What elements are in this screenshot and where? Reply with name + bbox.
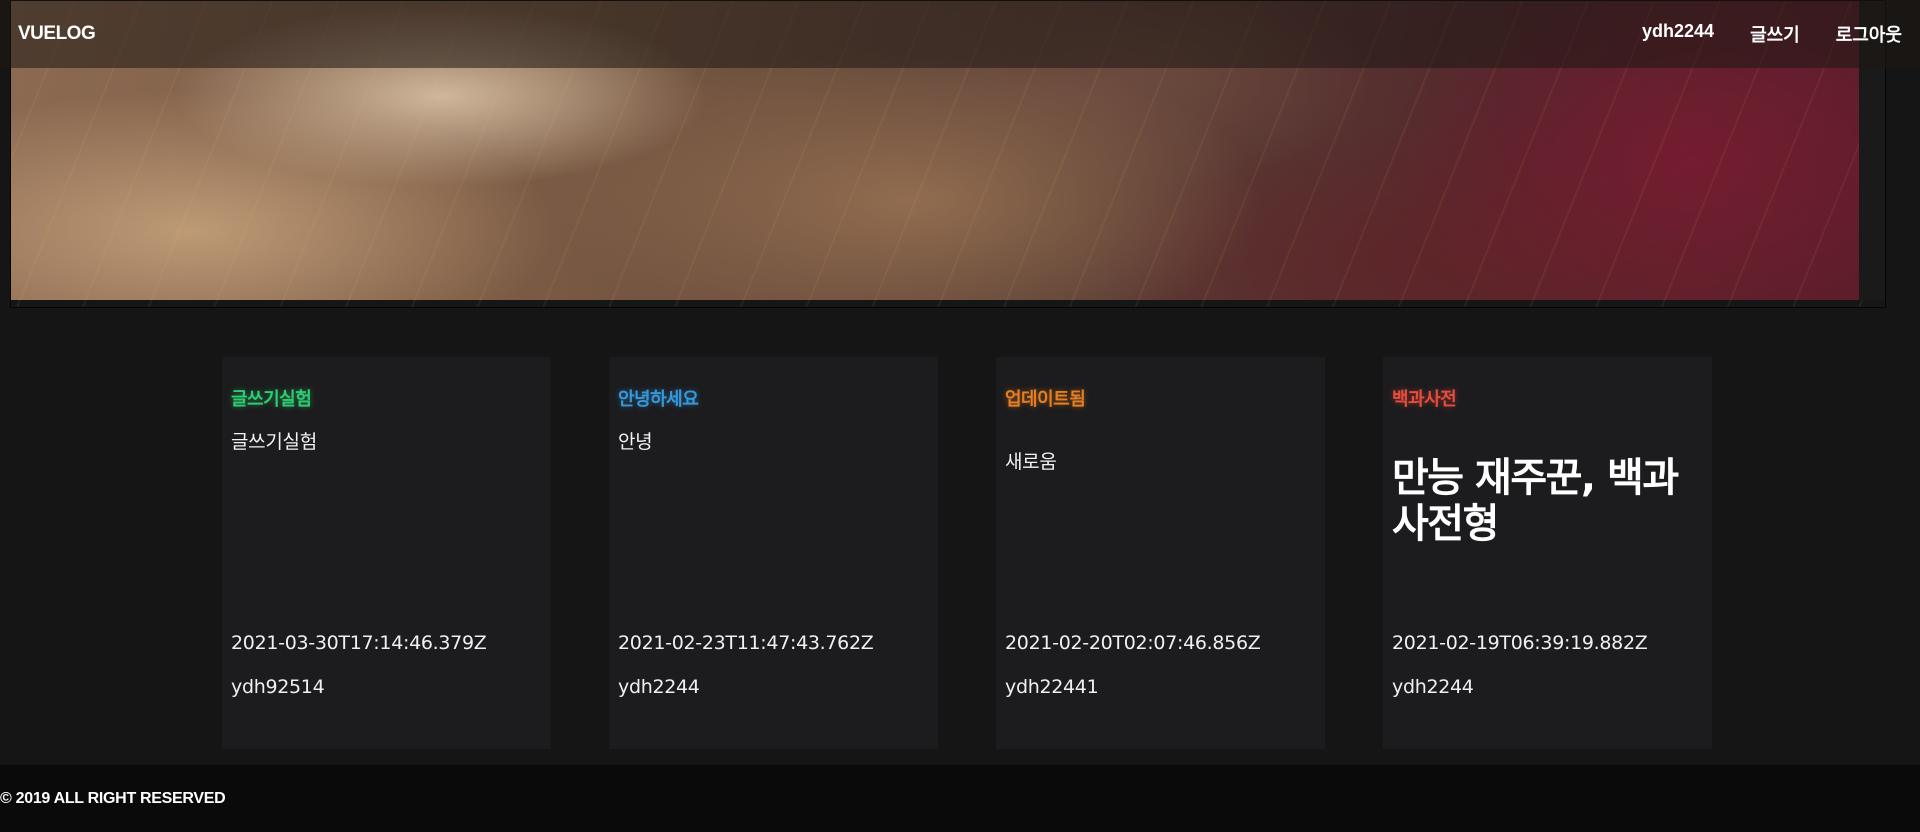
post-author: ydh22441 bbox=[1005, 676, 1099, 698]
post-author: ydh2244 bbox=[618, 676, 700, 698]
post-date: 2021-02-23T11:47:43.762Z bbox=[618, 632, 874, 654]
post-card[interactable]: 글쓰기실험 글쓰기실험 2021-03-30T17:14:46.379Z ydh… bbox=[222, 357, 551, 749]
post-author: ydh2244 bbox=[1392, 676, 1474, 698]
footer: © 2019 ALL RIGHT RESERVED bbox=[0, 765, 1920, 832]
top-navbar: VUELOG ydh2244 글쓰기 로그아웃 bbox=[0, 0, 1920, 68]
post-card[interactable]: 백과사전 만능 재주꾼, 백과사전형 2021-02-19T06:39:19.8… bbox=[1383, 357, 1712, 749]
post-card[interactable]: 업데이트됨 새로움 2021-02-20T02:07:46.856Z ydh22… bbox=[996, 357, 1325, 749]
post-list: 글쓰기실험 글쓰기실험 2021-03-30T17:14:46.379Z ydh… bbox=[222, 357, 1712, 749]
post-body: 글쓰기실험 bbox=[231, 431, 317, 453]
nav-menu: ydh2244 글쓰기 로그아웃 bbox=[1642, 21, 1902, 47]
post-title: 백과사전 bbox=[1392, 389, 1457, 410]
nav-user-link[interactable]: ydh2244 bbox=[1642, 21, 1714, 47]
post-author: ydh92514 bbox=[231, 676, 325, 698]
post-body: 만능 재주꾼, 백과사전형 bbox=[1392, 455, 1679, 547]
post-title: 안녕하세요 bbox=[618, 389, 699, 410]
post-date: 2021-02-19T06:39:19.882Z bbox=[1392, 632, 1648, 654]
site-logo[interactable]: VUELOG bbox=[18, 23, 96, 45]
post-title: 글쓰기실험 bbox=[231, 389, 312, 410]
page: VUELOG ydh2244 글쓰기 로그아웃 글쓰기실험 글쓰기실험 2021… bbox=[0, 0, 1920, 832]
post-body: 안녕 bbox=[618, 431, 653, 453]
copyright-text: © 2019 ALL RIGHT RESERVED bbox=[0, 789, 226, 807]
post-date: 2021-03-30T17:14:46.379Z bbox=[231, 632, 487, 654]
post-card[interactable]: 안녕하세요 안녕 2021-02-23T11:47:43.762Z ydh224… bbox=[609, 357, 938, 749]
nav-write-link[interactable]: 글쓰기 bbox=[1750, 21, 1800, 47]
nav-logout-link[interactable]: 로그아웃 bbox=[1836, 21, 1902, 47]
post-body: 새로움 bbox=[1005, 451, 1057, 473]
post-date: 2021-02-20T02:07:46.856Z bbox=[1005, 632, 1261, 654]
post-title: 업데이트됨 bbox=[1005, 389, 1086, 410]
